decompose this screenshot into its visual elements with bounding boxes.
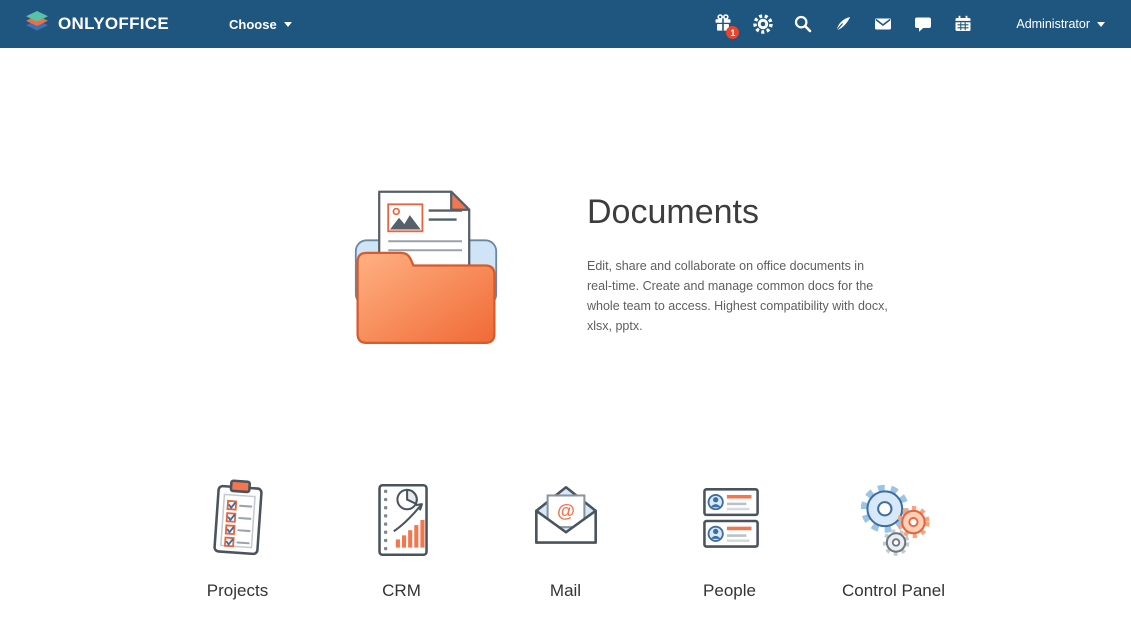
page-description: Edit, share and collaborate on office do… bbox=[587, 256, 889, 336]
module-projects[interactable]: Projects bbox=[156, 474, 320, 601]
user-menu[interactable]: Administrator bbox=[1016, 17, 1105, 31]
module-label-crm: CRM bbox=[320, 581, 484, 601]
module-crm[interactable]: CRM bbox=[320, 474, 484, 601]
documents-folder-illustration[interactable] bbox=[345, 181, 507, 364]
mail-icon[interactable] bbox=[872, 13, 894, 35]
module-label-control-panel: Control Panel bbox=[812, 581, 976, 601]
module-label-projects: Projects bbox=[156, 581, 320, 601]
calendar-icon[interactable] bbox=[952, 13, 974, 35]
mail-module-icon: @ bbox=[520, 553, 612, 570]
module-mail[interactable]: @ Mail bbox=[484, 474, 648, 601]
gift-badge: 1 bbox=[726, 26, 739, 39]
modules-row: Projects bbox=[0, 474, 1131, 601]
projects-icon bbox=[192, 553, 284, 570]
onlyoffice-logo-icon bbox=[24, 10, 50, 39]
crm-icon bbox=[356, 553, 448, 570]
user-name: Administrator bbox=[1016, 17, 1090, 31]
topbar-actions: 1 bbox=[712, 13, 974, 35]
control-panel-icon bbox=[848, 553, 940, 570]
gift-icon[interactable]: 1 bbox=[712, 13, 734, 35]
module-control-panel[interactable]: Control Panel bbox=[812, 474, 976, 601]
hero-section: Documents Edit, share and collaborate on… bbox=[0, 48, 1131, 364]
people-icon bbox=[684, 553, 776, 570]
chevron-down-icon bbox=[1097, 22, 1105, 27]
module-label-mail: Mail bbox=[484, 581, 648, 601]
hero-text-block: Documents Edit, share and collaborate on… bbox=[587, 181, 889, 364]
page-title: Documents bbox=[587, 193, 889, 232]
choose-label: Choose bbox=[229, 17, 277, 32]
svg-text:@: @ bbox=[557, 500, 575, 521]
feedback-icon[interactable] bbox=[832, 13, 854, 35]
module-people[interactable]: People bbox=[648, 474, 812, 601]
choose-dropdown[interactable]: Choose bbox=[229, 17, 292, 32]
module-label-people: People bbox=[648, 581, 812, 601]
gear-icon[interactable] bbox=[752, 13, 774, 35]
onlyoffice-logo[interactable]: ONLYOFFICE bbox=[24, 10, 169, 39]
talk-icon[interactable] bbox=[912, 13, 934, 35]
logo-text: ONLYOFFICE bbox=[58, 14, 169, 34]
top-navigation-bar: ONLYOFFICE Choose 1 bbox=[0, 0, 1131, 48]
chevron-down-icon bbox=[284, 22, 292, 27]
search-icon[interactable] bbox=[792, 13, 814, 35]
